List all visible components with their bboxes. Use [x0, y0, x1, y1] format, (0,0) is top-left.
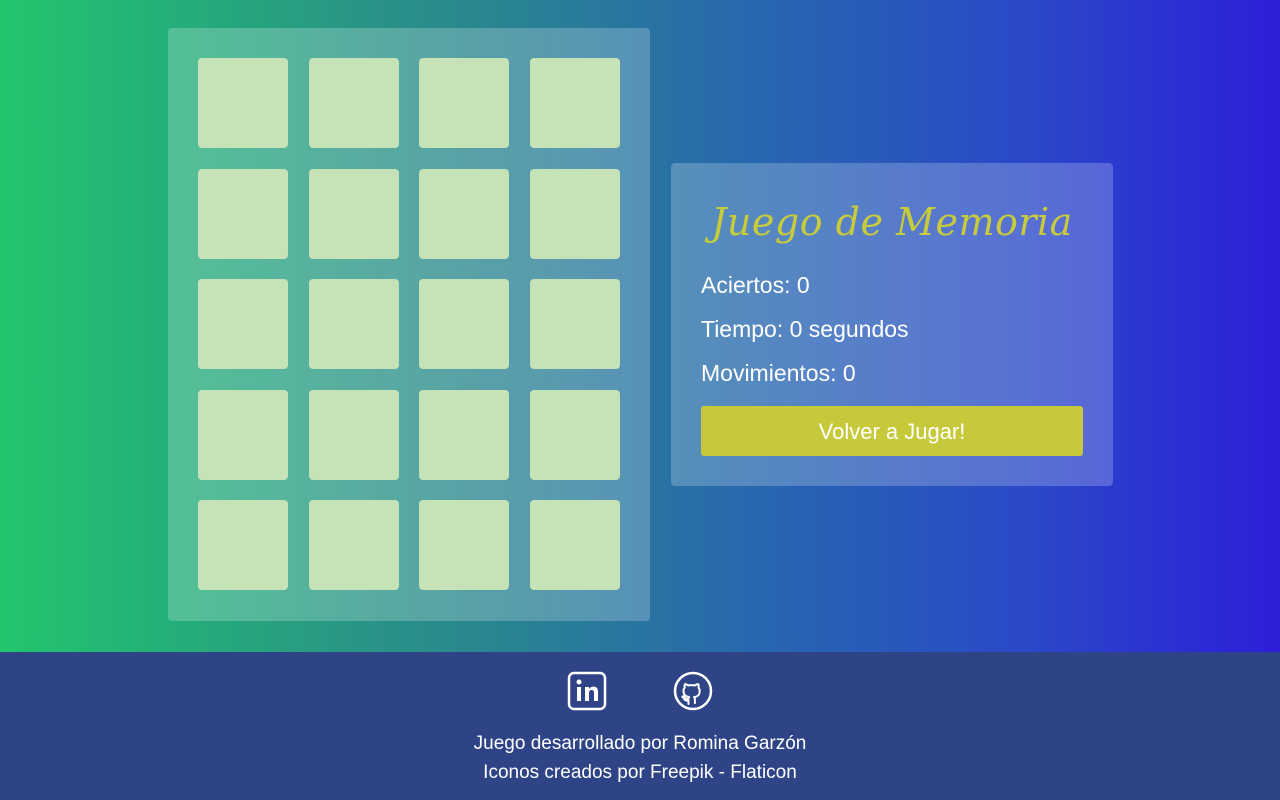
memory-card[interactable]	[529, 500, 620, 590]
memory-card[interactable]	[308, 500, 399, 590]
credit-text: Juego desarrollado por Romina Garzón	[473, 733, 807, 754]
card-board	[168, 28, 650, 621]
memory-card[interactable]	[419, 168, 509, 259]
replay-button[interactable]: Volver a Jugar!	[701, 406, 1083, 456]
github-icon[interactable]	[673, 671, 713, 711]
memory-card[interactable]	[419, 279, 509, 369]
memory-card[interactable]	[529, 58, 620, 148]
time-counter: Tiempo: 0 segundos	[701, 316, 909, 342]
memory-card[interactable]	[529, 279, 620, 369]
icons-credit-text: Iconos creados por Freepik - Flaticon	[483, 762, 797, 783]
linkedin-icon[interactable]	[567, 671, 607, 711]
memory-card[interactable]	[198, 389, 288, 480]
memory-card[interactable]	[419, 389, 509, 480]
memory-card[interactable]	[308, 389, 399, 480]
memory-card[interactable]	[198, 58, 288, 148]
memory-card[interactable]	[308, 58, 399, 148]
memory-card[interactable]	[308, 168, 399, 259]
memory-card[interactable]	[198, 500, 288, 590]
memory-card[interactable]	[308, 279, 399, 369]
memory-card[interactable]	[529, 168, 620, 259]
hits-counter: Aciertos: 0	[701, 272, 810, 298]
memory-card[interactable]	[198, 168, 288, 259]
game-stage: Juego de Memoria Aciertos: 0 Tiempo: 0 s…	[0, 0, 1280, 652]
game-title: Juego de Memoria	[711, 200, 1073, 244]
memory-card[interactable]	[419, 58, 509, 148]
memory-card[interactable]	[198, 279, 288, 369]
moves-counter: Movimientos: 0	[701, 360, 856, 386]
memory-card[interactable]	[419, 500, 509, 590]
page: Juego de Memoria Aciertos: 0 Tiempo: 0 s…	[0, 0, 1280, 800]
memory-card[interactable]	[529, 389, 620, 480]
